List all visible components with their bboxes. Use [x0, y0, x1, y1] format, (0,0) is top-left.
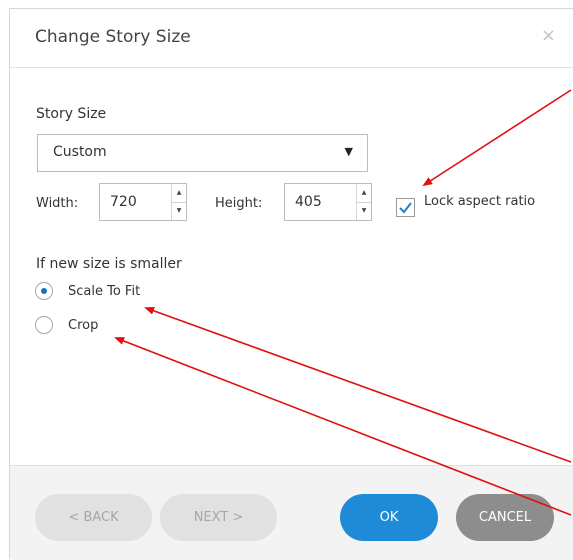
next-button[interactable]: NEXT >	[160, 494, 277, 541]
width-increment-icon[interactable]: ▲	[172, 184, 186, 203]
close-icon[interactable]: ×	[541, 25, 556, 46]
if-smaller-label: If new size is smaller	[36, 256, 182, 272]
radio-scale-to-fit[interactable]	[35, 282, 53, 300]
radio-crop[interactable]	[35, 316, 53, 334]
width-decrement-icon[interactable]: ▼	[172, 202, 186, 220]
height-stepper-buttons: ▲ ▼	[356, 184, 371, 220]
lock-aspect-checkbox[interactable]	[396, 198, 415, 217]
scale-to-fit-label: Scale To Fit	[68, 284, 141, 299]
chevron-down-icon: ▼	[344, 145, 353, 158]
height-decrement-icon[interactable]: ▼	[357, 202, 371, 220]
lock-aspect-label: Lock aspect ratio	[424, 194, 536, 209]
height-increment-icon[interactable]: ▲	[357, 184, 371, 203]
width-stepper[interactable]: 720 ▲ ▼	[99, 183, 187, 221]
change-story-size-dialog: Change Story Size × Story Size Custom ▼ …	[9, 8, 573, 560]
width-label: Width:	[36, 196, 79, 211]
back-button[interactable]: < BACK	[35, 494, 152, 541]
height-value[interactable]: 405	[295, 194, 322, 210]
ok-button[interactable]: OK	[340, 494, 438, 541]
width-stepper-buttons: ▲ ▼	[171, 184, 186, 220]
story-size-selected-value: Custom	[53, 144, 107, 160]
story-size-label: Story Size	[36, 106, 107, 122]
story-size-select[interactable]: Custom ▼	[37, 134, 368, 172]
crop-label: Crop	[68, 318, 99, 333]
height-label: Height:	[215, 196, 263, 211]
dialog-titlebar: Change Story Size ×	[10, 9, 573, 68]
radio-selected-dot	[41, 288, 47, 294]
dialog-footer: < BACK NEXT > OK CANCEL	[10, 465, 573, 560]
width-value[interactable]: 720	[110, 194, 137, 210]
checkmark-icon	[399, 202, 412, 214]
height-stepper[interactable]: 405 ▲ ▼	[284, 183, 372, 221]
cancel-button[interactable]: CANCEL	[456, 494, 554, 541]
dialog-title: Change Story Size	[35, 27, 191, 47]
